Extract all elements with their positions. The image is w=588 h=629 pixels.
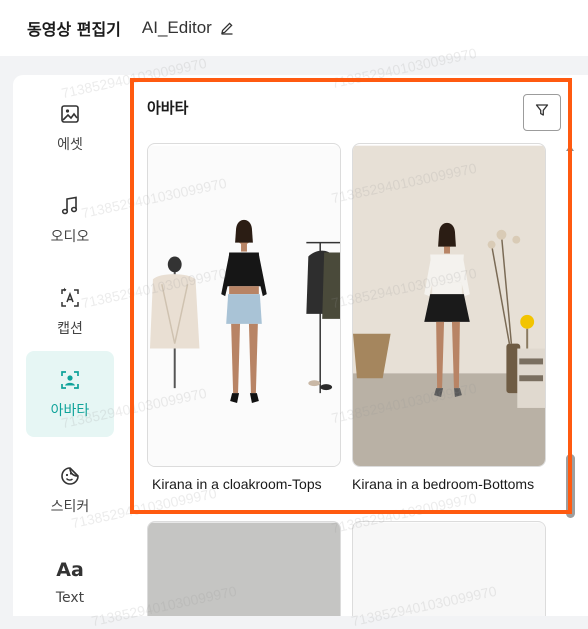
project-name[interactable]: AI_Editor (142, 18, 212, 38)
avatar-thumbnail (353, 522, 545, 616)
sidebar-item-audio[interactable]: 오디오 (26, 177, 114, 263)
avatar-card[interactable] (147, 143, 341, 467)
image-icon (59, 103, 81, 125)
filter-icon (535, 103, 549, 122)
sidebar-item-caption[interactable]: 캡션 (26, 269, 114, 355)
sidebar-item-label: 캡션 (57, 320, 83, 337)
scroll-up-arrow[interactable] (566, 145, 574, 151)
scrollbar-thumb[interactable] (566, 454, 575, 518)
avatar-panel: 아바타 Kirana in a cloakroom-Tops Kirana in… (127, 75, 588, 616)
sidebar-item-label: Text (55, 589, 85, 606)
sticker-smile-icon (59, 465, 81, 487)
ai-caption-icon (59, 287, 81, 309)
avatar-card[interactable] (147, 521, 341, 616)
avatar-thumbnail (353, 145, 545, 466)
app-title: 동영상 편집기 (27, 20, 121, 39)
sidebar-item-sticker[interactable]: 스티커 (26, 447, 114, 533)
panel-title: 아바타 (147, 99, 189, 117)
sidebar-item-label: 아바타 (50, 402, 90, 419)
avatar-scan-icon (59, 369, 81, 391)
sidebar-item-label: 에셋 (57, 136, 83, 153)
sidebar-item-label: 오디오 (50, 228, 90, 245)
sidebar-item-label: 스티커 (50, 498, 90, 515)
card-title: Kirana in a cloakroom-Tops (152, 476, 322, 492)
text-aa-icon: Aa (56, 558, 84, 581)
pencil-icon[interactable] (220, 21, 234, 35)
avatar-thumbnail (148, 145, 340, 466)
filter-button[interactable] (523, 94, 561, 131)
avatar-card[interactable] (352, 143, 546, 467)
avatar-card[interactable] (352, 521, 546, 616)
sidebar: 에셋 오디오 캡션 아바타 스티커 Aa Text (13, 75, 127, 616)
music-note-icon (59, 195, 81, 217)
sidebar-item-avatar[interactable]: 아바타 (26, 351, 114, 437)
top-header: 동영상 편집기 AI_Editor (0, 0, 588, 56)
avatar-thumbnail (148, 522, 340, 616)
sidebar-item-assets[interactable]: 에셋 (26, 85, 114, 171)
card-title: Kirana in a bedroom-Bottoms (352, 476, 535, 492)
sidebar-item-text[interactable]: Aa Text (26, 539, 114, 625)
